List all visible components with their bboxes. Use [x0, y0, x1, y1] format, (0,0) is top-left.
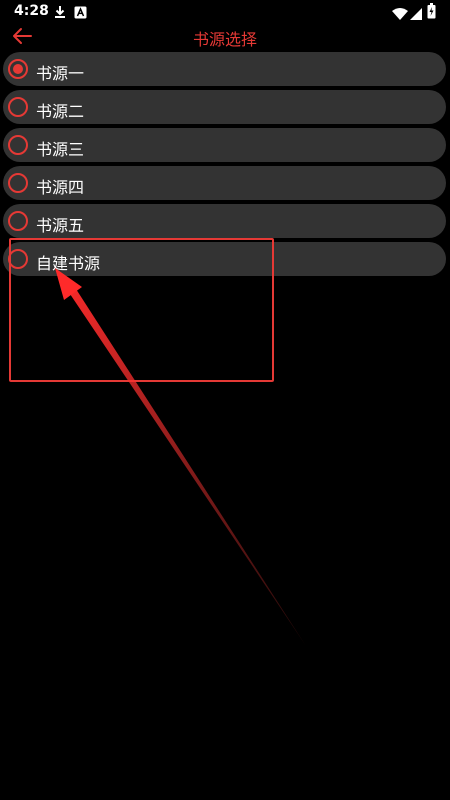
radio-button[interactable]	[8, 97, 28, 117]
radio-button[interactable]	[8, 211, 28, 231]
status-bar: 4:28	[0, 0, 450, 24]
app-bar: 书源选择	[0, 24, 450, 52]
battery-icon	[427, 3, 436, 23]
source-label: 自建书源	[36, 254, 101, 273]
signal-icon	[410, 5, 422, 24]
source-label: 书源二	[36, 102, 85, 121]
source-option[interactable]: 书源三	[3, 128, 446, 162]
download-icon	[54, 4, 66, 23]
annotation-arrow-shaft	[70, 289, 306, 646]
source-option-custom[interactable]: 自建书源	[3, 242, 446, 276]
source-option[interactable]: 书源五	[3, 204, 446, 238]
radio-button[interactable]	[8, 59, 28, 79]
source-label: 书源三	[36, 140, 85, 159]
wifi-icon	[392, 5, 408, 24]
source-option[interactable]: 书源二	[3, 90, 446, 124]
app-a-icon	[74, 4, 87, 23]
source-label: 书源一	[36, 64, 85, 83]
source-option[interactable]: 书源一	[3, 52, 446, 86]
source-label: 书源五	[36, 216, 85, 235]
page-title: 书源选择	[192, 30, 257, 49]
source-list: 书源一 书源二 书源三 书源四 书源五 自建书源	[3, 52, 446, 280]
source-option[interactable]: 书源四	[3, 166, 446, 200]
radio-button[interactable]	[8, 135, 28, 155]
radio-selected-dot	[13, 64, 23, 74]
status-time: 4:28	[14, 3, 49, 19]
radio-button[interactable]	[8, 173, 28, 193]
source-label: 书源四	[36, 178, 85, 197]
radio-button[interactable]	[8, 249, 28, 269]
